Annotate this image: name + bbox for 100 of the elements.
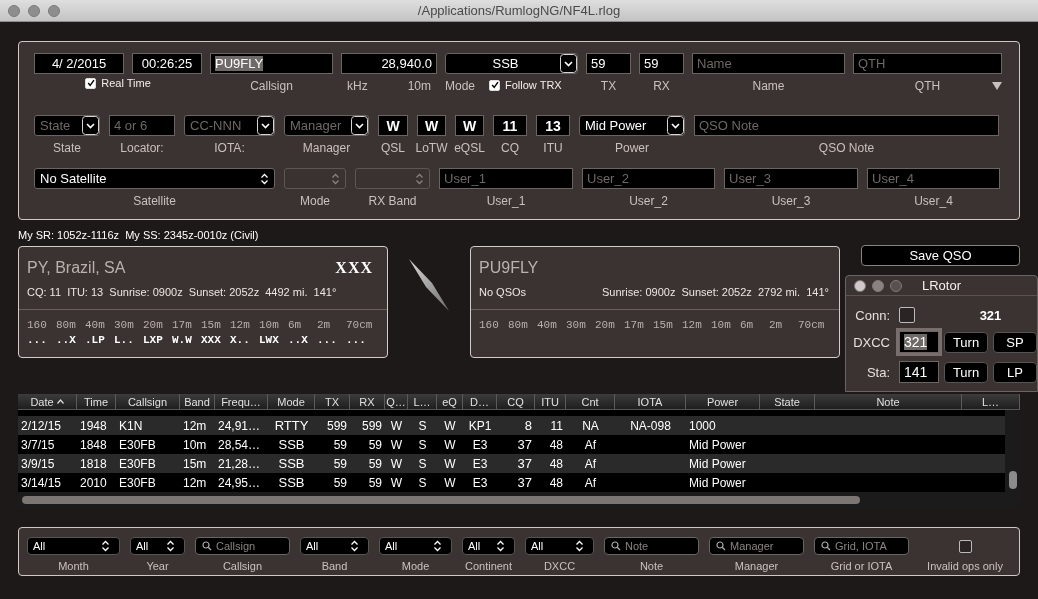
dropdown[interactable]: Mid Power bbox=[579, 115, 685, 136]
column-header[interactable]: RX bbox=[350, 394, 385, 409]
band-label: 40m bbox=[85, 319, 106, 331]
text-field[interactable]: Name bbox=[692, 53, 845, 74]
field-label: IOTA: bbox=[214, 141, 245, 155]
column-header[interactable]: Frequ… bbox=[215, 394, 268, 409]
column-header[interactable]: Mode bbox=[268, 394, 315, 409]
column-header[interactable]: Callsign bbox=[116, 394, 180, 409]
text-field[interactable]: 11 bbox=[493, 115, 527, 136]
date-field[interactable]: 4/ 2/2015 bbox=[34, 53, 124, 74]
dropdown[interactable]: State bbox=[34, 115, 100, 136]
column-header[interactable]: TX bbox=[315, 394, 350, 409]
column-header[interactable]: Band bbox=[180, 394, 215, 409]
checkbox[interactable] bbox=[85, 77, 97, 89]
column-header[interactable]: L… bbox=[962, 394, 1020, 409]
column-header[interactable]: CQ bbox=[497, 394, 535, 409]
search-input[interactable]: Grid, IOTA bbox=[835, 540, 908, 552]
table-cell-text: 1000 bbox=[688, 418, 717, 433]
frequency-field[interactable]: 28,940.0 bbox=[341, 53, 437, 74]
field-label: User_1 bbox=[486, 194, 526, 208]
column-header[interactable]: IOTA bbox=[615, 394, 686, 409]
search-input[interactable]: Manager bbox=[730, 540, 803, 552]
text-field[interactable]: W bbox=[378, 115, 408, 136]
dropdown[interactable]: All bbox=[525, 537, 594, 555]
dropdown[interactable]: All bbox=[300, 537, 369, 555]
field-label: Band bbox=[321, 560, 348, 572]
window-title: LRotor bbox=[922, 278, 962, 293]
band-label: 80m bbox=[508, 319, 529, 331]
table-cell-text: 1848 bbox=[79, 437, 108, 452]
path-button[interactable]: SP bbox=[993, 331, 1037, 353]
column-header[interactable]: Power bbox=[686, 394, 760, 409]
dropdown[interactable]: No Satellite bbox=[34, 168, 275, 189]
table-cell-text: 1818 bbox=[79, 456, 108, 471]
table-cell-text: S bbox=[417, 456, 428, 471]
table-cell-text: 3/7/15 bbox=[20, 437, 56, 452]
dropdown[interactable]: All bbox=[130, 537, 185, 555]
scroll-thumb[interactable] bbox=[22, 496, 860, 504]
time-field[interactable]: 00:26:25 bbox=[132, 53, 202, 74]
table-cell-text: 48 bbox=[548, 456, 564, 471]
column-header[interactable]: Date bbox=[18, 394, 77, 409]
column-header[interactable]: D… bbox=[463, 394, 497, 409]
checkbox[interactable] bbox=[899, 307, 915, 323]
table-cell-text: S bbox=[417, 475, 428, 490]
search-input[interactable]: Note bbox=[625, 540, 698, 552]
search-input[interactable]: Callsign bbox=[216, 540, 289, 552]
table-cell-text: 37 bbox=[516, 475, 533, 490]
table-cell-text: 15m bbox=[182, 456, 208, 471]
table-row[interactable]: 3/9/15 1818 E30FB 15m 21,28… SSB 59 59 W S W E3 37 48 Af Mid Power bbox=[18, 454, 1005, 473]
search-field[interactable]: Note bbox=[604, 537, 699, 555]
text-field[interactable]: QTH bbox=[853, 53, 1002, 74]
column-header[interactable]: State bbox=[760, 394, 815, 409]
path-button[interactable]: LP bbox=[993, 361, 1037, 383]
dropdown[interactable]: SSB bbox=[445, 53, 578, 74]
text-field[interactable]: QSO Note bbox=[694, 115, 999, 136]
dropdown[interactable]: CC-NNN bbox=[184, 115, 275, 136]
text-field[interactable]: 4 or 6 bbox=[109, 115, 175, 136]
dropdown[interactable]: All bbox=[379, 537, 452, 555]
text-field[interactable]: 59 bbox=[639, 53, 684, 74]
column-header[interactable]: Q… bbox=[385, 394, 408, 409]
text-field[interactable]: User_1 bbox=[439, 168, 573, 189]
search-field[interactable]: Manager bbox=[709, 537, 804, 555]
column-header[interactable]: Note bbox=[815, 394, 962, 409]
table-row[interactable]: 2/12/15 1948 K1N 12m 24,91… RTTY 599 599 W S W KP1 8 11 NA NA-098 1000 bbox=[18, 416, 1005, 435]
turn-button[interactable]: Turn bbox=[944, 361, 988, 383]
text-field[interactable]: W bbox=[455, 115, 484, 136]
column-header[interactable]: Time bbox=[77, 394, 116, 409]
column-header[interactable]: Cnt bbox=[566, 394, 615, 409]
turn-button[interactable]: Turn bbox=[944, 331, 988, 353]
table-cell-text: NA-098 bbox=[629, 418, 672, 433]
text-field[interactable]: User_3 bbox=[724, 168, 858, 189]
text-field[interactable]: User_2 bbox=[582, 168, 715, 189]
column-header[interactable]: L… bbox=[408, 394, 437, 409]
table-cell-text: 37 bbox=[516, 437, 533, 452]
table-cell-text: 599 bbox=[325, 418, 348, 433]
column-header[interactable]: eQ bbox=[437, 394, 463, 409]
window-control-icon[interactable] bbox=[872, 279, 884, 292]
disclosure-triangle-icon[interactable] bbox=[992, 82, 1002, 90]
checkbox-label: Real Time bbox=[101, 77, 151, 89]
dropdown[interactable]: All bbox=[27, 537, 120, 555]
field-label: ITU bbox=[543, 141, 563, 155]
checkbox[interactable] bbox=[489, 79, 501, 91]
text-field[interactable]: User_4 bbox=[867, 168, 1000, 189]
save-button[interactable]: Save QSO bbox=[861, 245, 1020, 266]
scroll-thumb[interactable] bbox=[1008, 471, 1017, 489]
field-label: CQ bbox=[501, 141, 519, 155]
dropdown[interactable]: Manager bbox=[284, 115, 369, 136]
dropdown[interactable]: All bbox=[462, 537, 515, 555]
text-field[interactable]: PU9FLY bbox=[210, 53, 333, 74]
search-field[interactable]: Grid, IOTA bbox=[814, 537, 909, 555]
search-field[interactable]: Callsign bbox=[195, 537, 290, 555]
table-cell-text: 59 bbox=[332, 475, 348, 490]
text-field[interactable]: 13 bbox=[536, 115, 570, 136]
column-header[interactable]: ITU bbox=[535, 394, 566, 409]
window-control-icon[interactable] bbox=[854, 279, 866, 292]
bearing-field[interactable]: 321 bbox=[899, 331, 939, 353]
bearing-field[interactable]: 141 bbox=[899, 361, 939, 383]
checkbox[interactable] bbox=[958, 539, 972, 553]
chevron-icon bbox=[257, 116, 274, 135]
text-field[interactable]: W bbox=[417, 115, 446, 136]
text-field[interactable]: 59 bbox=[586, 53, 631, 74]
